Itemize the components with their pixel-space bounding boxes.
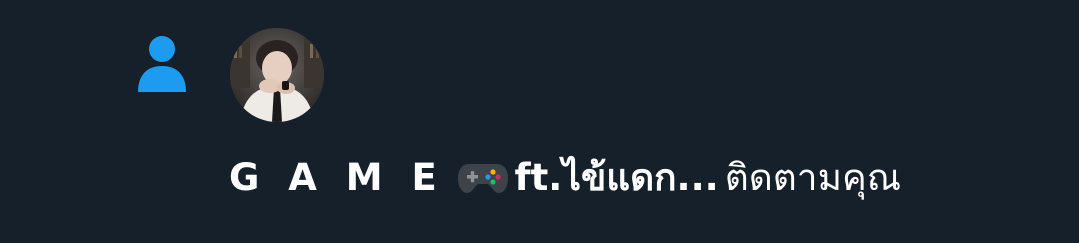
notification-message: G A M E ft.ไข้แดก... ติดตามคุณ	[229, 150, 901, 206]
person-icon	[136, 34, 188, 94]
user-name-rest[interactable]: ft.ไข้แดก...	[515, 156, 719, 199]
avatar[interactable]	[230, 28, 324, 122]
video-game-controller-icon	[457, 156, 509, 193]
follow-notification[interactable]: G A M E ft.ไข้แดก... ติดตามคุณ	[0, 0, 1079, 243]
follow-action-text: ติดตามคุณ	[724, 156, 902, 199]
user-name-spaced[interactable]: G A M E	[229, 156, 445, 199]
